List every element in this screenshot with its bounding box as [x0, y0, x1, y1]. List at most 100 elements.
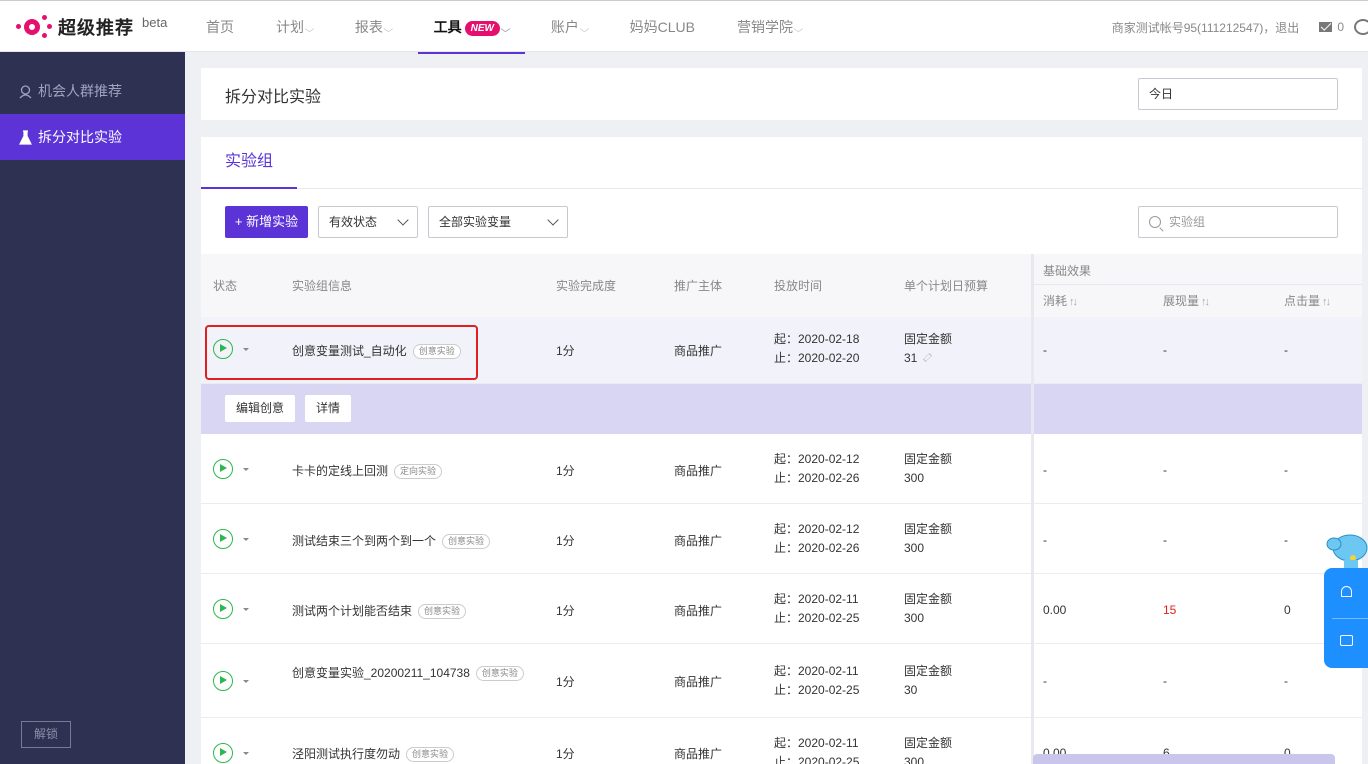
- experiment-name[interactable]: 测试两个计划能否结束 创意实验: [292, 602, 467, 620]
- col-group-basic: 基础效果: [1043, 264, 1092, 278]
- budget-cell: 固定金额 30: [904, 662, 952, 700]
- nav-account[interactable]: 账户⌵: [535, 1, 604, 53]
- experiment-name-text: 测试结束三个到两个到一个: [292, 534, 437, 548]
- col-clicks[interactable]: 点击量 ↑↓: [1284, 292, 1331, 309]
- table-header: 状态 实验组信息 实验完成度 推广主体 投放时间 单个计划日预算 基础效果 消耗…: [201, 254, 1362, 317]
- page-header: 拆分对比实验 今日: [201, 68, 1362, 120]
- play-icon[interactable]: [213, 459, 233, 479]
- experiment-name[interactable]: 卡卡的定线上回测 定向实验: [292, 462, 443, 480]
- user-area: 商家测试帐号95(111212547)，退出 0: [1112, 1, 1368, 53]
- experiment-name[interactable]: 泾阳测试执行度勿动 创意实验: [292, 745, 455, 763]
- experiment-name[interactable]: 创意变量实验_20200211_104738 创意实验: [292, 664, 524, 682]
- brand-name: 超级推荐: [58, 18, 134, 38]
- start-date: 起：2020-02-12: [774, 522, 860, 536]
- budget-value: 300: [904, 541, 925, 555]
- time-range: 起：2020-02-11 止：2020-02-25: [774, 734, 859, 764]
- tab-experiment-group[interactable]: 实验组: [201, 137, 297, 189]
- nav-home[interactable]: 首页: [190, 1, 250, 53]
- variable-filter-select[interactable]: 全部实验变量: [428, 206, 568, 238]
- play-icon[interactable]: [213, 529, 233, 549]
- time-range: 起：2020-02-11 止：2020-02-25: [774, 590, 859, 628]
- unlock-button[interactable]: 解锁: [21, 721, 71, 748]
- chevron-down-icon: ⌵: [500, 24, 511, 34]
- status-filter-value: 有效状态: [329, 215, 378, 229]
- main-nav: 首页 计划⌵ 报表⌵ 工具 NEW ⌵ 账户⌵ 妈妈CLUB 营销学院⌵: [190, 1, 828, 54]
- impressions-value: -: [1163, 343, 1167, 357]
- top-navbar: 超级推荐 beta 首页 计划⌵ 报表⌵ 工具 NEW ⌵ 账户⌵ 妈妈CLUB 营…: [0, 0, 1368, 54]
- nav-plan[interactable]: 计划⌵: [260, 1, 329, 53]
- cost-value: 0.00: [1043, 603, 1067, 617]
- header-divider: [1034, 284, 1362, 285]
- chevron-down-icon[interactable]: [243, 680, 249, 683]
- end-date: 止：2020-02-25: [774, 683, 860, 697]
- sidebar-item-crowd[interactable]: 机会人群推荐: [0, 68, 185, 114]
- budget-type: 固定金额: [904, 592, 953, 606]
- divider: [1332, 618, 1368, 619]
- eye-icon[interactable]: [1354, 19, 1368, 35]
- toolbar: + 新增实验 有效状态 全部实验变量: [225, 206, 578, 238]
- chevron-down-icon[interactable]: [243, 752, 249, 755]
- brand-logo[interactable]: 超级推荐 beta: [16, 13, 167, 41]
- table-row[interactable]: 卡卡的定线上回测 定向实验 1分 商品推广 起：2020-02-12 止：2020-…: [201, 434, 1362, 504]
- mascot-icon[interactable]: [1326, 530, 1368, 570]
- play-icon[interactable]: [213, 671, 233, 691]
- nav-academy-label: 营销学院: [737, 19, 794, 35]
- table-row[interactable]: 测试两个计划能否结束 创意实验 1分 商品推广 起：2020-02-11 止：202…: [201, 574, 1362, 644]
- chevron-down-icon[interactable]: [243, 468, 249, 471]
- budget-value: 300: [904, 611, 925, 625]
- sidebar-item-split-test[interactable]: 拆分对比实验: [0, 114, 185, 160]
- chat-icon[interactable]: [1340, 635, 1353, 646]
- budget-cell: 固定金额 300: [904, 734, 952, 764]
- horizontal-scrollbar[interactable]: [1033, 754, 1335, 764]
- nav-academy[interactable]: 营销学院⌵: [721, 1, 818, 53]
- nav-tools-label: 工具: [433, 19, 462, 35]
- experiment-name[interactable]: 测试结束三个到两个到一个 创意实验: [292, 532, 491, 550]
- detail-button[interactable]: 详情: [305, 395, 351, 422]
- sort-icon: ↑↓: [1201, 296, 1210, 308]
- col-status: 状态: [213, 279, 238, 293]
- clicks-value: -: [1284, 343, 1288, 357]
- cost-value: -: [1043, 533, 1047, 547]
- play-icon[interactable]: [213, 599, 233, 619]
- experiment-tag: 创意实验: [418, 604, 467, 620]
- bell-icon[interactable]: [1341, 586, 1352, 597]
- nav-account-label: 账户: [550, 19, 579, 35]
- start-date: 起：2020-02-11: [774, 592, 859, 606]
- progress-value: 1分: [556, 747, 575, 761]
- budget-type: 固定金额: [904, 664, 953, 678]
- mail-icon: [1319, 22, 1333, 32]
- col-impressions[interactable]: 展现量 ↑↓: [1163, 292, 1210, 309]
- experiment-name-text: 创意变量实验_20200211_104738: [292, 666, 470, 680]
- edit-creative-button[interactable]: 编辑创意: [225, 395, 295, 422]
- play-icon[interactable]: [213, 743, 233, 763]
- add-experiment-button[interactable]: + 新增实验: [225, 206, 308, 238]
- chevron-down-icon[interactable]: [243, 538, 249, 541]
- date-range-select[interactable]: 今日: [1138, 78, 1338, 110]
- cost-value: -: [1043, 463, 1047, 477]
- frozen-column-divider: [1031, 254, 1034, 764]
- search-box: [1138, 206, 1338, 238]
- col-progress: 实验完成度: [556, 279, 617, 293]
- chevron-down-icon: ⌵: [579, 24, 590, 34]
- experiment-panel: 实验组 + 新增实验 有效状态 全部实验变量 状态 实验组信息 实验完成度 推广…: [201, 137, 1362, 764]
- end-date: 止：2020-02-25: [774, 755, 860, 764]
- col-cost[interactable]: 消耗 ↑↓: [1043, 292, 1078, 309]
- search-icon: [1149, 216, 1161, 228]
- table-row[interactable]: 创意变量实验_20200211_104738 创意实验 1分 商品推广 起：202…: [201, 644, 1362, 718]
- time-range: 起：2020-02-18 止：2020-02-20: [774, 330, 859, 368]
- search-input[interactable]: [1169, 215, 1329, 229]
- table-row[interactable]: 测试结束三个到两个到一个 创意实验 1分 商品推广 起：2020-02-12 止：2…: [201, 504, 1362, 574]
- status-filter-select[interactable]: 有效状态: [318, 206, 418, 238]
- sidebar: 机会人群推荐 拆分对比实验 解锁: [0, 52, 185, 764]
- chevron-down-icon[interactable]: [243, 608, 249, 611]
- progress-value: 1分: [556, 344, 575, 358]
- nav-report[interactable]: 报表⌵: [339, 1, 408, 53]
- nav-mama-club[interactable]: 妈妈CLUB: [614, 1, 711, 53]
- edit-pencil-icon[interactable]: [923, 353, 933, 362]
- experiment-tag: 创意实验: [475, 666, 524, 682]
- chevron-down-icon: ⌵: [383, 24, 394, 34]
- mail-button[interactable]: 0: [1319, 20, 1344, 34]
- time-range: 起：2020-02-12 止：2020-02-26: [774, 520, 859, 558]
- nav-tools[interactable]: 工具 NEW ⌵: [417, 1, 526, 54]
- account-logout-link[interactable]: 商家测试帐号95(111212547)，退出: [1112, 19, 1300, 36]
